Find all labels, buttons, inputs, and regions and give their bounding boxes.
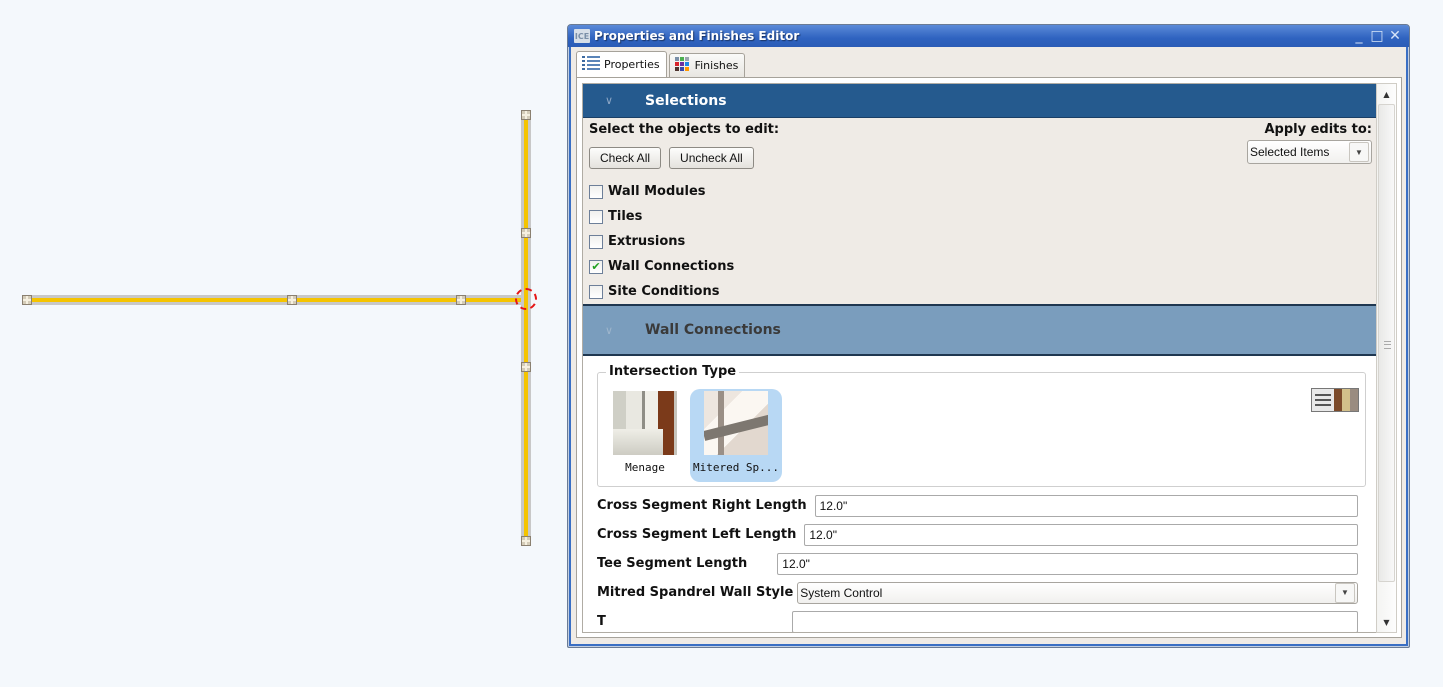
selections-section-header[interactable]: ∨ Selections bbox=[583, 84, 1376, 118]
scrollbar-thumb[interactable] bbox=[1378, 104, 1395, 582]
intersection-type-label: Intersection Type bbox=[606, 364, 740, 379]
minimize-button[interactable]: _ bbox=[1351, 29, 1367, 43]
tab-bar: Properties Finishes bbox=[576, 51, 1402, 77]
menage-thumbnail bbox=[613, 391, 677, 455]
tab-label: Finishes bbox=[694, 59, 739, 72]
checkbox-box[interactable] bbox=[589, 284, 603, 299]
checkbox-wall-connections[interactable]: ✔ Wall Connections bbox=[589, 254, 1370, 279]
apply-edits-label: Apply edits to: bbox=[1264, 122, 1372, 137]
selections-section-body: Select the objects to edit: Check All Un… bbox=[583, 118, 1376, 304]
check-all-button[interactable]: Check All bbox=[589, 147, 662, 169]
property-label: Tee Segment Length bbox=[597, 556, 748, 571]
intersection-type-group: Intersection Type Menage Mitered Sp... bbox=[597, 364, 1366, 487]
wall-connections-section-body: Intersection Type Menage Mitered Sp... C… bbox=[583, 356, 1376, 632]
title-bar[interactable]: ICE Properties and Finishes Editor _ □ ✕ bbox=[568, 25, 1409, 47]
wall-grip-handle[interactable] bbox=[287, 295, 297, 305]
property-row-partial: T bbox=[597, 607, 1366, 632]
checkbox-box[interactable] bbox=[589, 184, 603, 199]
wall-connections-section-header[interactable]: ∨ Wall Connections bbox=[583, 304, 1376, 356]
checkbox-wall-modules[interactable]: Wall Modules bbox=[589, 179, 1370, 204]
maximize-button[interactable]: □ bbox=[1369, 29, 1385, 43]
scroll-grip-icon bbox=[1384, 341, 1391, 349]
properties-finishes-editor-window: ICE Properties and Finishes Editor _ □ ✕… bbox=[567, 24, 1410, 648]
wall-segment-vertical[interactable] bbox=[521, 110, 531, 546]
tile-caption: Mitered Sp... bbox=[692, 461, 780, 474]
checkbox-label: Site Conditions bbox=[608, 284, 720, 299]
checkbox-box[interactable] bbox=[589, 234, 603, 249]
section-title: Wall Connections bbox=[645, 322, 781, 338]
intersection-type-mitered-spandrel[interactable]: Mitered Sp... bbox=[690, 389, 782, 482]
properties-scroll-area: ∨ Selections Select the objects to edit:… bbox=[582, 83, 1376, 633]
vertical-scrollbar[interactable]: ▲ ▼ bbox=[1376, 83, 1397, 633]
property-row-tee-segment-length: Tee Segment Length 12.0" bbox=[597, 549, 1366, 578]
checkbox-box[interactable] bbox=[589, 209, 603, 224]
wall-grip-handle[interactable] bbox=[456, 295, 466, 305]
wall-grip-handle[interactable] bbox=[22, 295, 32, 305]
wall-core-line bbox=[28, 298, 528, 302]
checkmark-icon: ✔ bbox=[591, 260, 601, 273]
wall-grip-handle[interactable] bbox=[521, 110, 531, 120]
intersection-type-menage[interactable]: Menage bbox=[612, 389, 678, 482]
chevron-down-icon: ∨ bbox=[605, 323, 614, 337]
checkbox-label: Wall Modules bbox=[608, 184, 706, 199]
tab-label: Properties bbox=[604, 58, 660, 71]
tile-caption: Menage bbox=[625, 461, 665, 474]
wall-grip-handle[interactable] bbox=[521, 228, 531, 238]
tee-segment-length-input[interactable]: 12.0" bbox=[777, 552, 1358, 575]
select-value: System Control bbox=[800, 585, 883, 600]
property-label: Cross Segment Left Length bbox=[597, 527, 797, 542]
checkbox-label: Tiles bbox=[608, 209, 643, 224]
wall-connection-selection-marker[interactable] bbox=[515, 288, 537, 310]
color-grid-icon bbox=[674, 57, 691, 74]
property-label: Cross Segment Right Length bbox=[597, 498, 807, 513]
checkbox-label: Extrusions bbox=[608, 234, 686, 249]
chevron-down-icon: ∨ bbox=[605, 94, 614, 107]
list-icon bbox=[582, 56, 600, 73]
property-row-mitred-spandrel-wall-style: Mitred Spandrel Wall Style System Contro… bbox=[597, 578, 1366, 607]
checkbox-box[interactable]: ✔ bbox=[589, 259, 603, 274]
checkbox-label: Wall Connections bbox=[608, 259, 735, 274]
scroll-up-icon[interactable]: ▲ bbox=[1378, 85, 1395, 103]
tab-finishes[interactable]: Finishes bbox=[668, 53, 746, 77]
thumbnail-view-icon[interactable] bbox=[1334, 389, 1358, 411]
checkbox-site-conditions[interactable]: Site Conditions bbox=[589, 279, 1370, 304]
property-row-cross-segment-right-length: Cross Segment Right Length 12.0" bbox=[597, 491, 1366, 520]
tab-properties[interactable]: Properties bbox=[576, 51, 667, 77]
wall-core-line bbox=[524, 116, 528, 542]
app-icon: ICE bbox=[574, 29, 590, 43]
select-value: Selected Items bbox=[1250, 145, 1330, 159]
uncheck-all-button[interactable]: Uncheck All bbox=[669, 147, 754, 169]
drawing-canvas[interactable] bbox=[0, 0, 560, 687]
window-title: Properties and Finishes Editor bbox=[594, 29, 800, 43]
close-button[interactable]: ✕ bbox=[1387, 29, 1403, 43]
scroll-down-icon[interactable]: ▼ bbox=[1378, 613, 1395, 631]
apply-edits-group: Apply edits to: Selected Items ▼ bbox=[1247, 122, 1372, 164]
properties-panel: ∨ Selections Select the objects to edit:… bbox=[576, 77, 1402, 638]
mitered-spandrel-thumbnail bbox=[704, 391, 768, 455]
property-list: Cross Segment Right Length 12.0" Cross S… bbox=[597, 491, 1366, 632]
object-type-checklist: Wall Modules Tiles Extrusions ✔ Wall Con… bbox=[589, 179, 1370, 304]
property-label: Mitred Spandrel Wall Style bbox=[597, 585, 794, 600]
checkbox-tiles[interactable]: Tiles bbox=[589, 204, 1370, 229]
property-row-cross-segment-left-length: Cross Segment Left Length 12.0" bbox=[597, 520, 1366, 549]
mitred-spandrel-wall-style-select[interactable]: System Control ▼ bbox=[797, 581, 1358, 604]
cross-segment-right-length-input[interactable]: 12.0" bbox=[814, 494, 1358, 517]
cross-segment-left-length-input[interactable]: 12.0" bbox=[804, 523, 1358, 546]
window-client: Properties Finishes ∨ Selections Select … bbox=[571, 47, 1406, 644]
wall-grip-handle[interactable] bbox=[521, 536, 531, 546]
section-title: Selections bbox=[645, 92, 727, 109]
dropdown-arrow-icon[interactable]: ▼ bbox=[1349, 142, 1369, 162]
property-label: T bbox=[597, 614, 606, 629]
dropdown-arrow-icon[interactable]: ▼ bbox=[1335, 582, 1355, 603]
apply-edits-select[interactable]: Selected Items ▼ bbox=[1247, 140, 1372, 164]
checkbox-extrusions[interactable]: Extrusions bbox=[589, 229, 1370, 254]
view-mode-toggle[interactable] bbox=[1311, 388, 1359, 412]
wall-segment-horizontal[interactable] bbox=[22, 295, 528, 305]
partial-property-input[interactable] bbox=[791, 610, 1358, 632]
list-view-icon[interactable] bbox=[1312, 389, 1334, 411]
wall-grip-handle[interactable] bbox=[521, 362, 531, 372]
